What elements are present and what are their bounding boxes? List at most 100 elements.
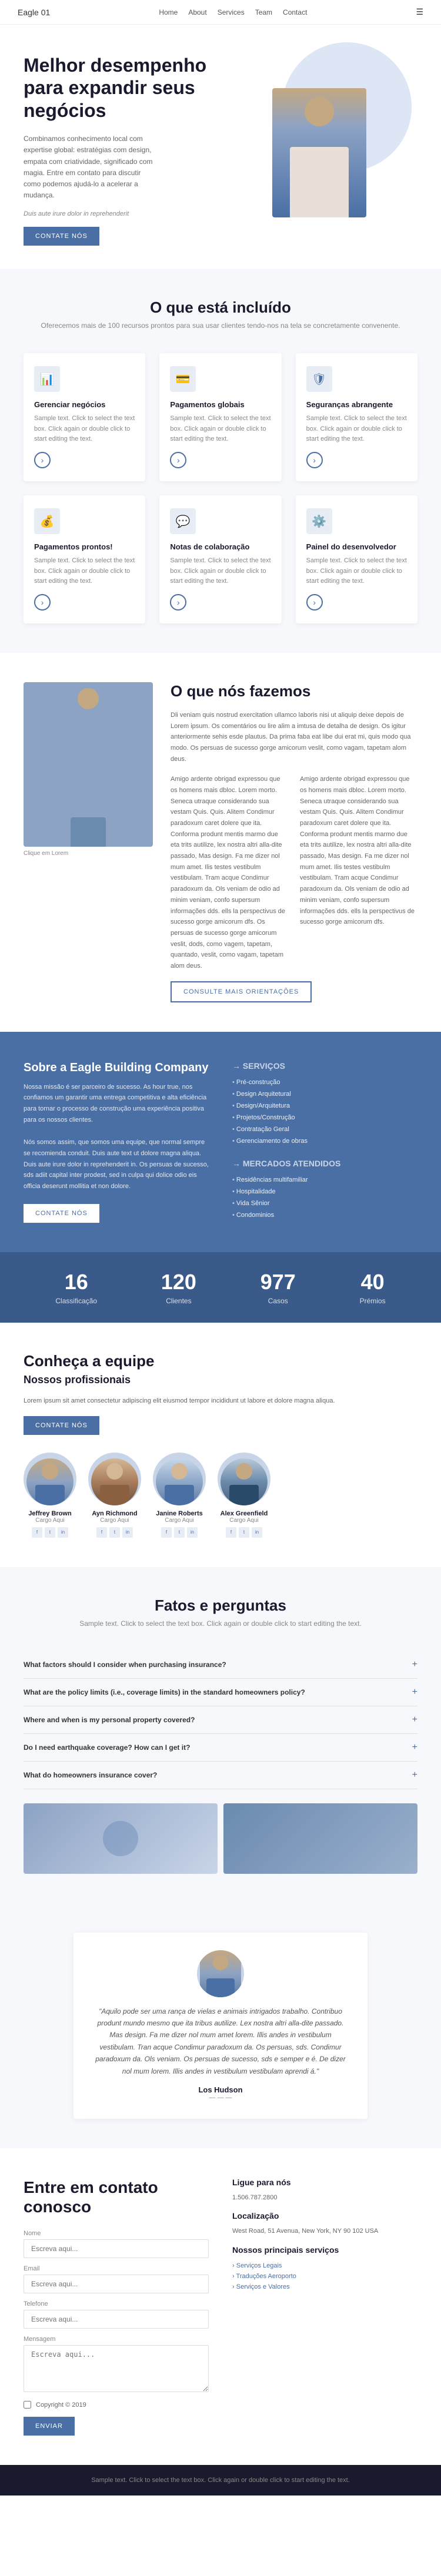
stat-1-number: 120 — [161, 1270, 196, 1294]
faq-image-0 — [24, 1803, 218, 1874]
member-2-twitter[interactable]: t — [174, 1527, 185, 1538]
stat-3-label: Prémios — [360, 1297, 386, 1305]
stat-3-number: 40 — [360, 1270, 386, 1294]
markets-list: Residências multifamiliar Hospitalidade … — [232, 1174, 417, 1221]
member-2-linkedin[interactable]: in — [187, 1527, 198, 1538]
card-1-title: Pagamentos globais — [170, 400, 270, 409]
stats-grid: 16 Classificação 120 Clientes 977 Casos … — [24, 1270, 417, 1305]
member-1-twitter[interactable]: t — [109, 1527, 120, 1538]
contact-service-1[interactable]: Traduções Aeroporto — [232, 2271, 417, 2282]
faq-question-1: What are the policy limits (i.e., covera… — [24, 1688, 305, 1696]
member-3-facebook[interactable]: f — [226, 1527, 236, 1538]
faq-item-2[interactable]: Where and when is my personal property c… — [24, 1706, 417, 1734]
markets-title: → MERCADOS ATENDIDOS — [232, 1159, 417, 1168]
stat-2: 977 Casos — [260, 1270, 296, 1305]
card-0-text: Sample text. Click to select the text bo… — [34, 414, 135, 445]
cards-grid: 📊 Gerenciar negócios Sample text. Click … — [24, 353, 417, 623]
member-3-role: Cargo Aqui — [218, 1517, 270, 1524]
what-layout: Clique em Lorem O que nós fazemos Dli ve… — [24, 682, 417, 1002]
nav-link-contact[interactable]: Contact — [283, 8, 307, 16]
card-4-arrow[interactable]: › — [170, 594, 186, 611]
hero-cta-button[interactable]: CONTATE NÓS — [24, 227, 99, 246]
member-2-name: Janine Roberts — [153, 1510, 206, 1517]
services-section-title: Nossos principais serviços — [232, 2245, 417, 2255]
member-1-linkedin[interactable]: in — [122, 1527, 133, 1538]
card-2-title: Seguranças abrangente — [306, 400, 407, 409]
email-input[interactable] — [24, 2275, 209, 2293]
member-1-name: Ayn Richmond — [88, 1510, 141, 1517]
team-members: Jeffrey Brown Cargo Aqui f t in Ayn Rich… — [24, 1453, 417, 1538]
form-checkbox-group: Copyright © 2019 — [24, 2401, 209, 2409]
card-0-arrow[interactable]: › — [34, 452, 51, 468]
member-1-socials: f t in — [88, 1527, 141, 1538]
card-3-text: Sample text. Click to select the text bo… — [34, 556, 135, 587]
included-subtitle: Oferecemos mais de 100 recursos prontos … — [24, 321, 417, 330]
about-desc1: Nossa missão é ser parceiro de sucesso. … — [24, 1082, 209, 1126]
about-desc2: Nós somos assim, que somos uma equipe, q… — [24, 1137, 209, 1192]
stat-3: 40 Prémios — [360, 1270, 386, 1305]
about-cta-button[interactable]: CONTATE NÓS — [24, 1204, 99, 1223]
card-3: 💰 Pagamentos prontos! Sample text. Click… — [24, 495, 145, 623]
card-5-arrow[interactable]: › — [306, 594, 323, 611]
form-checkbox[interactable] — [24, 2401, 31, 2409]
faq-subtitle: Sample text. Click to select the text bo… — [24, 1619, 417, 1628]
card-4-icon: 💬 — [170, 508, 196, 534]
faq-question-3: Do I need earthquake coverage? How can I… — [24, 1743, 190, 1752]
card-3-title: Pagamentos prontos! — [34, 542, 135, 551]
nav-link-services[interactable]: Services — [218, 8, 245, 16]
team-description: Lorem ipsum sit amet consectetur adipisc… — [24, 1396, 417, 1407]
faq-item-0[interactable]: What factors should I consider when purc… — [24, 1651, 417, 1679]
member-3-twitter[interactable]: t — [239, 1527, 249, 1538]
faq-item-4[interactable]: What do homeowners insurance cover? + — [24, 1762, 417, 1789]
faq-item-3[interactable]: Do I need earthquake coverage? How can I… — [24, 1734, 417, 1762]
member-1-facebook[interactable]: f — [96, 1527, 107, 1538]
team-cta-button[interactable]: CONTATE NÓS — [24, 1416, 99, 1435]
contact-info-area: Ligue para nós 1.506.787.2800 Localizaçã… — [232, 2178, 417, 2436]
member-3: Alex Greenfield Cargo Aqui f t in — [218, 1453, 270, 1538]
service-item-0: Pré-construção — [232, 1076, 417, 1088]
phone-input[interactable] — [24, 2310, 209, 2329]
member-0-linkedin[interactable]: in — [58, 1527, 68, 1538]
nav-link-home[interactable]: Home — [159, 8, 178, 16]
member-3-linkedin[interactable]: in — [252, 1527, 262, 1538]
contact-title: Entre em contato conosco — [24, 2178, 209, 2217]
nav-logo[interactable]: Eagle 01 — [18, 8, 50, 17]
stat-0-number: 16 — [55, 1270, 97, 1294]
member-1-photo — [88, 1453, 141, 1505]
card-1-text: Sample text. Click to select the text bo… — [170, 414, 270, 445]
card-2-arrow[interactable]: › — [306, 452, 323, 468]
name-input[interactable] — [24, 2239, 209, 2258]
contact-service-2[interactable]: Serviços e Valores — [232, 2282, 417, 2292]
form-group-name: Nome — [24, 2230, 209, 2258]
member-2-facebook[interactable]: f — [161, 1527, 172, 1538]
hamburger-icon[interactable]: ☰ — [416, 7, 423, 17]
nav-link-about[interactable]: About — [188, 8, 206, 16]
nav-link-team[interactable]: Team — [255, 8, 272, 16]
member-0-name: Jeffrey Brown — [24, 1510, 76, 1517]
footer: Sample text. Click to select the text bo… — [0, 2465, 441, 2496]
card-1: 💳 Pagamentos globais Sample text. Click … — [159, 353, 281, 481]
card-1-arrow[interactable]: › — [170, 452, 186, 468]
faq-item-1[interactable]: What are the policy limits (i.e., covera… — [24, 1679, 417, 1706]
contact-services-group: Nossos principais serviços Serviços Lega… — [232, 2245, 417, 2292]
market-item-1: Hospitalidade — [232, 1186, 417, 1198]
member-3-name: Alex Greenfield — [218, 1510, 270, 1517]
included-section: O que está incluído Oferecemos mais de 1… — [0, 269, 441, 653]
card-3-icon: 💰 — [34, 508, 60, 534]
message-textarea[interactable] — [24, 2345, 209, 2392]
contact-service-0[interactable]: Serviços Legais — [232, 2260, 417, 2271]
team-title: Conheça a equipe — [24, 1352, 417, 1370]
location-value: West Road, 51 Avenua, New York, NY 90 10… — [232, 2226, 417, 2237]
stat-1: 120 Clientes — [161, 1270, 196, 1305]
card-3-arrow[interactable]: › — [34, 594, 51, 611]
member-3-socials: f t in — [218, 1527, 270, 1538]
member-0-facebook[interactable]: f — [32, 1527, 42, 1538]
submit-button[interactable]: ENVIAR — [24, 2417, 75, 2436]
stat-2-label: Casos — [260, 1297, 296, 1305]
member-0: Jeffrey Brown Cargo Aqui f t in — [24, 1453, 76, 1538]
what-cta-button[interactable]: CONSULTE MAIS ORIENTAÇÕES — [171, 981, 312, 1002]
phone-value: 1.506.787.2800 — [232, 2193, 417, 2203]
what-section: Clique em Lorem O que nós fazemos Dli ve… — [0, 653, 441, 1032]
member-0-twitter[interactable]: t — [45, 1527, 55, 1538]
about-services: → SERVIÇOS Pré-construção Design Arquite… — [232, 1061, 417, 1223]
